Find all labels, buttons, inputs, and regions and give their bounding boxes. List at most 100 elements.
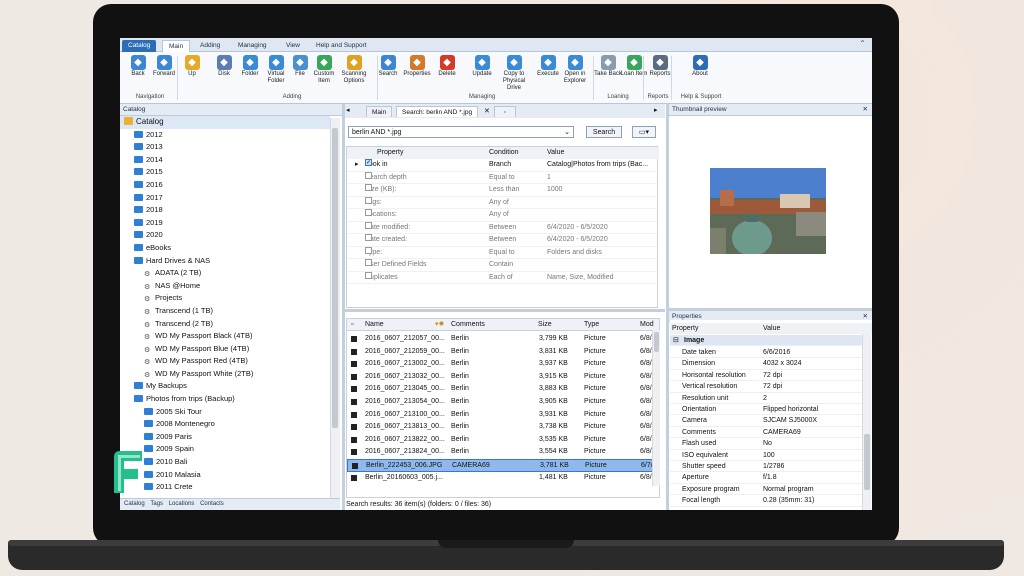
tab-help-and-support[interactable]: Help and Support	[310, 40, 373, 52]
tab-main[interactable]: Main	[162, 40, 191, 52]
properties-button[interactable]: ◆ Properties	[403, 55, 431, 78]
table-row[interactable]: 2016_0607_212059_00... Berlin 3,831 KB Pict…	[347, 346, 659, 359]
tree-item[interactable]: 2010 Bali	[120, 456, 330, 469]
property-row[interactable]: Horisontal resolution 72 dpi	[670, 370, 862, 382]
condition-operator[interactable]: Each of	[489, 272, 513, 285]
tree-item[interactable]: 2009 Paris	[120, 431, 330, 444]
delete-button[interactable]: ◆ Delete	[433, 55, 461, 78]
col-name[interactable]: Name	[365, 319, 384, 331]
results-scroll-thumb[interactable]	[654, 332, 659, 352]
reports-button[interactable]: ◆ Reports	[646, 55, 674, 78]
tree-item[interactable]: 2018	[120, 204, 330, 217]
tree-item[interactable]: ⚙ WD My Passport White (2TB)	[120, 368, 330, 381]
condition-checkbox[interactable]	[365, 234, 372, 241]
properties-scrollbar[interactable]	[862, 334, 871, 510]
table-row[interactable]: 2016_0607_213045_00... Berlin 3,883 KB Pict…	[347, 383, 659, 396]
tab-scroll-left-icon[interactable]: ◂	[346, 106, 350, 114]
right-splitter[interactable]	[666, 104, 669, 510]
table-row[interactable]: 2016_0607_213813_00... Berlin 3,738 KB Pict…	[347, 421, 659, 434]
left-splitter[interactable]	[342, 104, 345, 510]
open-in-explorer-button[interactable]: ◆ Open in Explorer	[561, 55, 589, 85]
tree-item[interactable]: 2017	[120, 192, 330, 205]
tree-item[interactable]: Photos from trips (Backup)	[120, 393, 330, 406]
property-row[interactable]: Camera SJCAM SJ5000X	[670, 415, 862, 427]
catalog-scrollbar[interactable]	[330, 118, 340, 498]
scanning-options-button[interactable]: ◆ Scanning Options	[340, 55, 368, 85]
condition-checkbox[interactable]	[365, 171, 372, 179]
folder-button[interactable]: ◆ Folder	[236, 55, 264, 78]
tree-item[interactable]: 2014	[120, 154, 330, 167]
collapse-icon[interactable]: ⊟	[673, 335, 679, 346]
condition-value[interactable]: 6/4/2020 - 6/5/2020	[547, 222, 608, 235]
tree-item[interactable]: 2008 Montenegro	[120, 418, 330, 431]
tree-item[interactable]: 2016	[120, 179, 330, 192]
custom-item-button[interactable]: ◆ Custom Item	[310, 55, 338, 85]
tree-item[interactable]: My Backups	[120, 380, 330, 393]
bottom-tab-contacts[interactable]: Contacts	[200, 501, 224, 507]
condition-value[interactable]: Catalog|Photos from trips (Bac...	[547, 159, 648, 172]
condition-operator[interactable]: Less than	[489, 184, 519, 197]
condition-value[interactable]: 1	[547, 172, 551, 185]
tree-item[interactable]: 2010 Malasia	[120, 469, 330, 482]
col-comments[interactable]: Comments	[451, 319, 485, 331]
view-options-button[interactable]: ▭▾	[632, 126, 656, 138]
properties-section[interactable]: ⊟ Image	[670, 335, 862, 347]
tab-close-icon[interactable]: ✕	[484, 107, 490, 115]
condition-row[interactable]: Tags: Any of	[347, 196, 659, 210]
condition-row[interactable]: Search depth Equal to 1	[347, 171, 659, 185]
property-row[interactable]: Comments CAMERA69	[670, 427, 862, 439]
tree-item[interactable]: 2013	[120, 141, 330, 154]
tree-item[interactable]: ⚙ WD My Passport Blue (4TB)	[120, 343, 330, 356]
condition-row[interactable]: Locations: Any of	[347, 209, 659, 222]
tab-search-doc[interactable]: Search: berlin AND *.jpg	[396, 106, 479, 117]
property-row[interactable]: Dimension 4032 x 3024	[670, 358, 862, 370]
search-input[interactable]: berlin AND *.jpg ⌄	[348, 126, 574, 138]
condition-operator[interactable]: Branch	[489, 159, 511, 172]
table-row[interactable]: 2016_0607_213054_00... Berlin 3,905 KB Pict…	[347, 396, 659, 409]
condition-value[interactable]: Folders and disks	[547, 247, 602, 260]
condition-checkbox[interactable]: ✓	[365, 159, 372, 166]
tab-main-doc[interactable]: Main	[366, 106, 393, 117]
close-icon[interactable]: ✕	[863, 104, 868, 116]
property-row[interactable]: Flash used No	[670, 438, 862, 450]
property-row[interactable]: Vertical resolution 72 dpi	[670, 381, 862, 393]
property-row[interactable]: Resolution unit 2	[670, 393, 862, 404]
table-row[interactable]: 2016_0607_212057_00... Berlin 3,799 KB Pict…	[347, 333, 659, 346]
property-row[interactable]: Date taken 6/6/2016	[670, 347, 862, 359]
up-button[interactable]: ◆ Up	[178, 55, 206, 78]
condition-checkbox[interactable]	[365, 184, 372, 191]
tree-item[interactable]: ⚙ WD My Passport Black (4TB)	[120, 330, 330, 343]
condition-row[interactable]: Date created: Between 6/4/2020 - 6/5/2020	[347, 234, 659, 247]
tree-item[interactable]: 2009 Spain	[120, 443, 330, 456]
condition-operator[interactable]: Any of	[489, 209, 509, 222]
condition-value[interactable]: 1000	[547, 184, 563, 197]
property-row[interactable]: ISO equivalent 100	[670, 450, 862, 461]
tab-catalog[interactable]: Catalog	[122, 40, 157, 52]
condition-operator[interactable]: Any of	[489, 197, 509, 210]
condition-row[interactable]: ▸ ✓ Look in Branch Catalog|Photos from trips…	[347, 159, 659, 172]
property-row[interactable]: Orientation Flipped horizontal	[670, 404, 862, 416]
bottom-tab-locations[interactable]: Locations	[169, 501, 195, 507]
table-row[interactable]: 2016_0607_213822_00... Berlin 3,535 KB Pict…	[347, 434, 659, 447]
condition-row[interactable]: Duplicates Each of Name, Size, Modified	[347, 271, 659, 285]
condition-checkbox[interactable]	[365, 196, 372, 204]
condition-operator[interactable]: Equal to	[489, 247, 515, 260]
properties-scroll-thumb[interactable]	[864, 434, 870, 490]
tree-item[interactable]: eBooks	[120, 242, 330, 255]
condition-checkbox[interactable]	[365, 246, 372, 254]
col-size[interactable]: Size	[538, 319, 552, 331]
condition-value[interactable]: Name, Size, Modified	[547, 272, 614, 285]
tab-adding[interactable]: Adding	[194, 40, 226, 52]
col-type[interactable]: Type	[584, 319, 599, 331]
table-row[interactable]: 2016_0607_213002_00... Berlin 3,937 KB Pict…	[347, 358, 659, 371]
tree-item[interactable]: 2011 Crete	[120, 481, 330, 494]
take-back-button[interactable]: ◆ Take Back	[594, 55, 622, 78]
condition-row[interactable]: User Defined Fields Contain	[347, 259, 659, 272]
tree-item[interactable]: ⚙ Projects	[120, 292, 330, 305]
table-row[interactable]: Berlin_20160603_005.j... 1,481 KB Picture 6…	[347, 472, 659, 485]
sort-icon[interactable]: ▾✹	[435, 319, 444, 331]
search-button[interactable]: ◆ Search	[374, 55, 402, 78]
condition-checkbox[interactable]	[365, 221, 372, 229]
table-row[interactable]: 2016_0607_213100_00... Berlin 3,931 KB Pict…	[347, 409, 659, 422]
table-row[interactable]: Berlin_222453_006.JPG CAMERA69 3,781 KB Pic…	[347, 459, 659, 472]
